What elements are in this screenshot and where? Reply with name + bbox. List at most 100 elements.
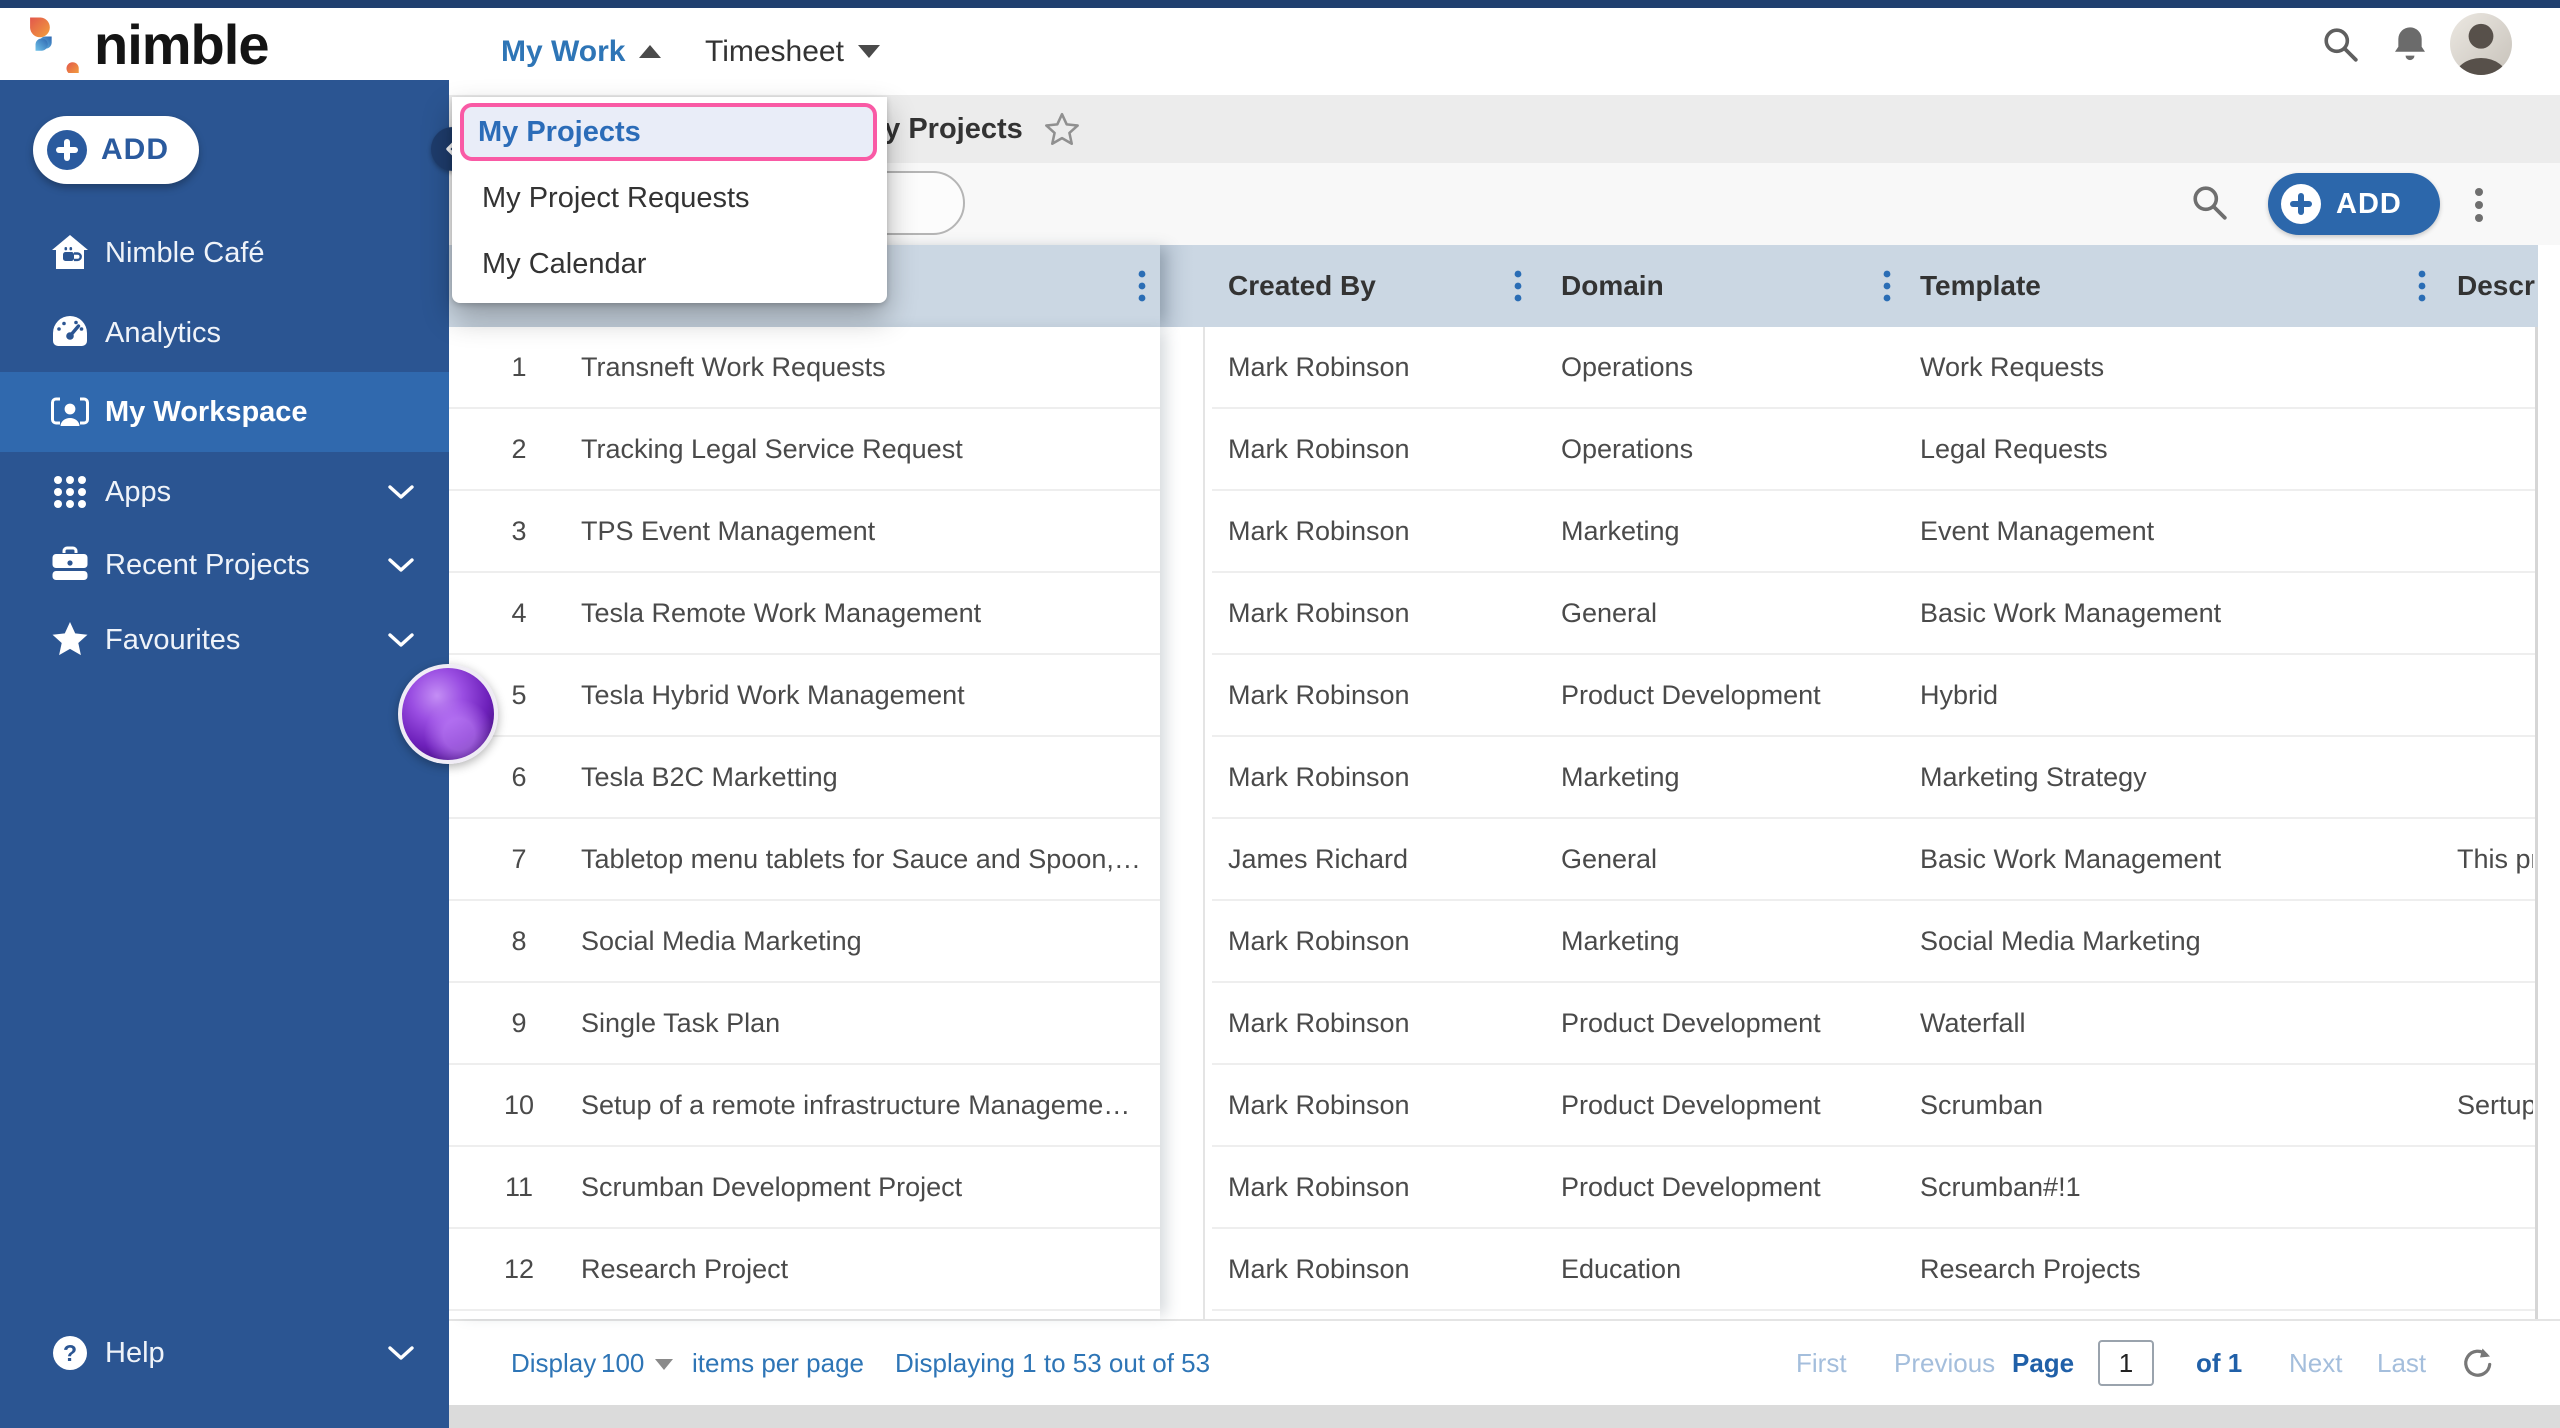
presence-orb-avatar[interactable] (398, 664, 498, 764)
table-row[interactable]: 5 Tesla Hybrid Work Management (449, 655, 1160, 737)
cell-template: Marketing Strategy (1920, 762, 2147, 792)
column-header-created-by[interactable]: Created By (1228, 245, 1376, 327)
per-page-label: items per page (692, 1348, 864, 1378)
table-row[interactable]: 3 TPS Event Management (449, 491, 1160, 573)
add-project-button[interactable]: ADD (2268, 173, 2440, 235)
table-row[interactable]: Mark Robinson Marketing Event Management (1212, 491, 2535, 573)
cell-project-name[interactable]: Tesla Hybrid Work Management (581, 655, 1151, 735)
sidebar-item-analytics[interactable]: Analytics (0, 293, 449, 373)
cell-template: Basic Work Management (1920, 598, 2222, 628)
refresh-icon[interactable] (2459, 1346, 2493, 1380)
column-menu-icon-created-by[interactable] (1513, 270, 1523, 304)
table-row[interactable]: 7 Tabletop menu tablets for Sauce and Spo… (449, 819, 1160, 901)
column-menu-icon-project-name[interactable] (1137, 270, 1147, 304)
table-row[interactable]: 2 Tracking Legal Service Request (449, 409, 1160, 491)
cell-project-name[interactable]: Single Task Plan (581, 983, 1151, 1063)
cell-project-name[interactable]: Scrumban Development Project (581, 1147, 1151, 1227)
cell-project-name[interactable]: Social Media Marketing (581, 901, 1151, 981)
cell-template: Research Projects (1920, 1254, 2141, 1284)
cell-description (2457, 573, 2533, 653)
cell-template: Event Management (1920, 516, 2155, 546)
cell-project-name[interactable]: Tracking Legal Service Request (581, 409, 1151, 489)
cell-domain: Product Development (1561, 1172, 1821, 1202)
toolbar-kebab-menu-icon[interactable] (2473, 187, 2485, 223)
table-row[interactable]: Mark Robinson Product Development Hybrid (1212, 655, 2535, 737)
next-page-button[interactable]: Next (2289, 1321, 2342, 1405)
table-row[interactable]: 4 Tesla Remote Work Management (449, 573, 1160, 655)
table-row[interactable]: 6 Tesla B2C Marketting (449, 737, 1160, 819)
notifications-bell-icon[interactable] (2390, 24, 2430, 64)
table-row[interactable]: Mark Robinson Education Research Projects (1212, 1229, 2535, 1311)
table-row[interactable]: Mark Robinson Product Development Scrumban… (1212, 1147, 2535, 1229)
previous-page-button[interactable]: Previous (1894, 1321, 1995, 1405)
favourite-star-icon[interactable] (1044, 112, 1080, 146)
table-row[interactable]: 1 Transneft Work Requests (449, 327, 1160, 409)
column-header-domain[interactable]: Domain (1561, 245, 1664, 327)
cell-project-name[interactable]: Setup of a remote infrastructure Managem… (581, 1065, 1151, 1145)
chevron-down-icon (388, 633, 414, 647)
chevron-down-icon (388, 558, 414, 572)
menu-timesheet[interactable]: Timesheet (705, 8, 880, 95)
menu-my-work-label: My Work (501, 34, 626, 68)
table-row[interactable]: 11 Scrumban Development Project (449, 1147, 1160, 1229)
cell-created-by: Mark Robinson (1228, 680, 1410, 710)
frozen-pane-divider (1203, 327, 1205, 1319)
table-row[interactable]: Mark Robinson Product Development Scrumban… (1212, 1065, 2535, 1147)
page-number-input[interactable] (2098, 1340, 2154, 1386)
cell-description (2457, 901, 2533, 981)
sidebar-item-help[interactable]: ? Help (0, 1313, 449, 1393)
bottom-strip (449, 1405, 2560, 1428)
column-header-template[interactable]: Template (1920, 245, 2041, 327)
last-page-button[interactable]: Last (2377, 1321, 2426, 1405)
sidebar-item-nimble-cafe[interactable]: Nimble Café (0, 213, 449, 293)
table-row[interactable]: Mark Robinson Product Development Waterfal… (1212, 983, 2535, 1065)
cell-domain: Education (1561, 1254, 1682, 1284)
table-row[interactable]: 9 Single Task Plan (449, 983, 1160, 1065)
column-menu-icon-template[interactable] (2417, 270, 2427, 304)
cell-description (2457, 655, 2533, 735)
cell-project-name[interactable]: TPS Event Management (581, 491, 1151, 571)
cell-row-number: 9 (511, 1008, 527, 1038)
cell-domain: Operations (1561, 434, 1694, 464)
table-row[interactable]: 12 Research Project (449, 1229, 1160, 1311)
display-summary: Displaying 1 to 53 out of 53 (895, 1348, 1211, 1378)
table-row[interactable]: Mark Robinson Marketing Marketing Strategy (1212, 737, 2535, 819)
sidebar-item-favourites[interactable]: Favourites (0, 600, 449, 680)
table-row[interactable]: Mark Robinson Operations Work Requests (1212, 327, 2535, 409)
cell-project-name[interactable]: Transneft Work Requests (581, 327, 1151, 407)
page-size-caret-icon[interactable] (655, 1359, 673, 1370)
cell-created-by: Mark Robinson (1228, 516, 1410, 546)
display-label: Display (511, 1348, 597, 1378)
cell-row-number: 6 (511, 762, 527, 792)
menu-item-my-project-requests[interactable]: My Project Requests (452, 167, 887, 229)
menu-timesheet-label: Timesheet (705, 34, 844, 68)
first-page-button[interactable]: First (1796, 1321, 1847, 1405)
cell-project-name[interactable]: Tabletop menu tablets for Sauce and Spoo… (581, 819, 1151, 899)
page-size-value[interactable]: 100 (601, 1321, 644, 1405)
user-avatar[interactable] (2450, 13, 2512, 75)
search-icon[interactable] (2191, 184, 2229, 222)
cell-project-name[interactable]: Tesla B2C Marketting (581, 737, 1151, 817)
cell-description (2457, 983, 2533, 1063)
column-menu-icon-domain[interactable] (1882, 270, 1892, 304)
table-row[interactable]: James Richard General Basic Work Managemen… (1212, 819, 2535, 901)
cell-project-name[interactable]: Tesla Remote Work Management (581, 573, 1151, 653)
column-header-description[interactable]: Description (2457, 245, 2535, 327)
table-row[interactable]: Mark Robinson General Basic Work Managemen… (1212, 573, 2535, 655)
table-row[interactable]: 10 Setup of a remote infrastructure Manag… (449, 1065, 1160, 1147)
table-row[interactable]: Mark Robinson Operations Legal Requests (1212, 409, 2535, 491)
menu-item-my-projects[interactable]: My Projects (460, 103, 877, 161)
sidebar-item-apps[interactable]: Apps (0, 452, 449, 532)
sidebar-item-my-workspace[interactable]: My Workspace (0, 372, 449, 452)
cell-created-by: Mark Robinson (1228, 1254, 1410, 1284)
table-row[interactable]: Mark Robinson Marketing Social Media Marke… (1212, 901, 2535, 983)
menu-item-my-calendar[interactable]: My Calendar (452, 233, 887, 295)
global-search-icon[interactable] (2322, 26, 2360, 64)
cell-project-name[interactable]: Research Project (581, 1229, 1151, 1309)
plus-icon (2281, 184, 2321, 224)
table-row[interactable]: 8 Social Media Marketing (449, 901, 1160, 983)
menu-my-work[interactable]: My Work (501, 8, 662, 95)
sidebar-add-button[interactable]: ADD (33, 116, 199, 184)
sidebar-item-recent-projects[interactable]: Recent Projects (0, 525, 449, 605)
cell-row-number: 4 (511, 598, 527, 628)
